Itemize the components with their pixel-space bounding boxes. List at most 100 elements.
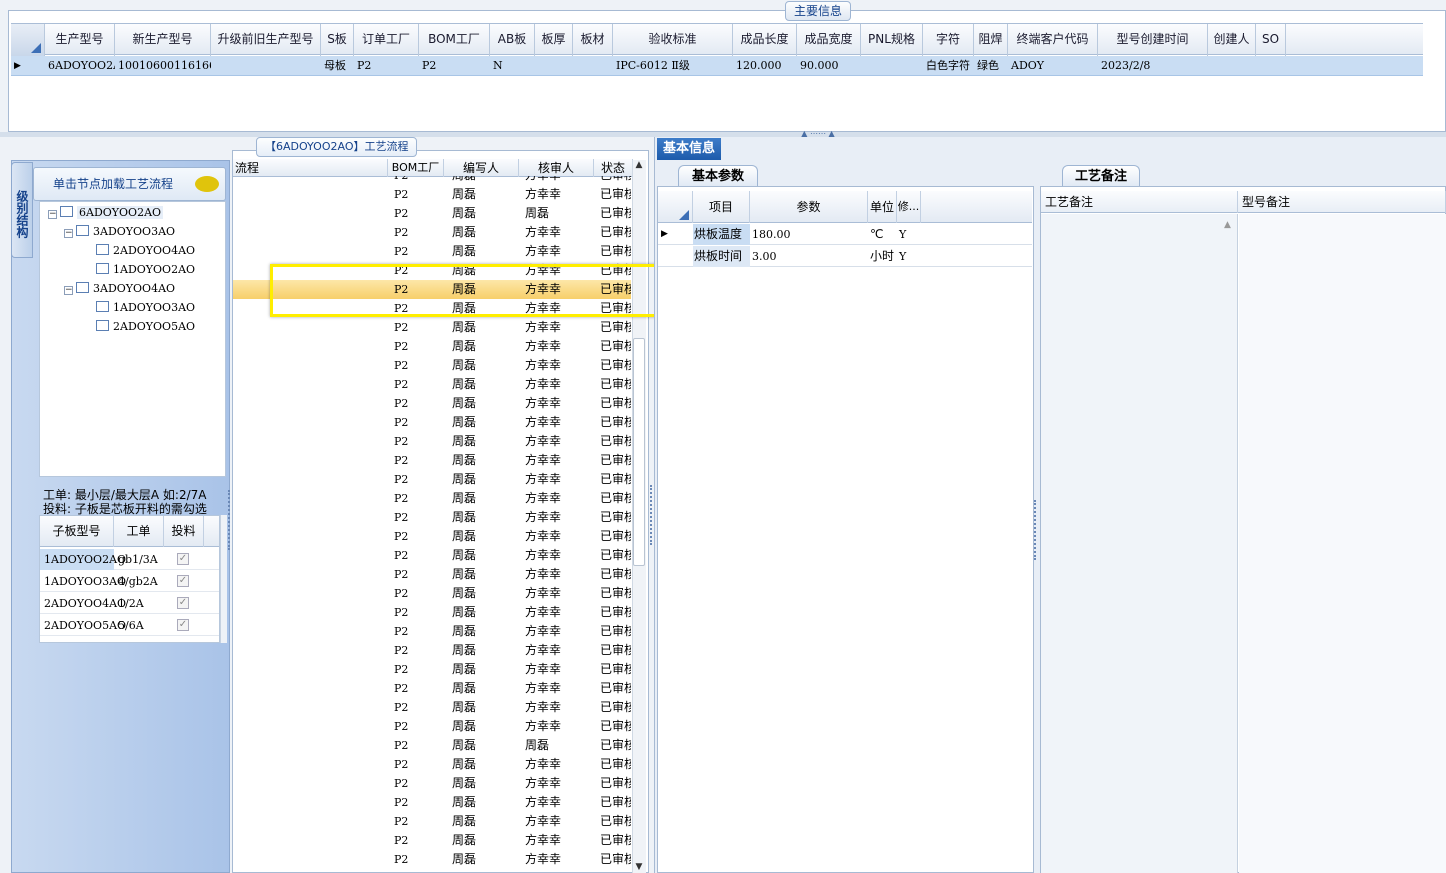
process-row[interactable]: 烘板2P2周磊方幸幸已审核: [233, 793, 631, 812]
tree-node[interactable]: −3ADOYOO4AO: [64, 279, 175, 298]
col-header[interactable]: 订单工厂: [354, 24, 419, 56]
col-header[interactable]: 编写人: [444, 159, 519, 177]
process-row[interactable]: 阻焊前处理P2周磊方幸幸已审核: [233, 546, 631, 565]
process-row[interactable]: −AOI1P2周磊方幸幸已审核: [233, 641, 631, 660]
checkbox[interactable]: ✓: [177, 575, 189, 587]
tree-node[interactable]: 2ADOYOO4AO: [96, 241, 195, 260]
process-row[interactable]: 树脂塞孔P2周磊方幸幸已审核: [233, 565, 631, 584]
sub-row[interactable]: 2ADOYOO5AO 5/6A ✓: [40, 615, 219, 636]
collapse-icon[interactable]: −: [64, 286, 73, 295]
cell-ab-board[interactable]: N: [490, 56, 535, 76]
collapse-icon[interactable]: −: [64, 229, 73, 238]
process-row[interactable]: 终固化P2周磊方幸幸已审核: [233, 584, 631, 603]
col-header[interactable]: 验收标准: [613, 24, 733, 56]
col-header[interactable]: 核审人: [519, 159, 594, 177]
tree-node[interactable]: −6ADOYOO2AO: [48, 203, 164, 222]
process-row[interactable]: 贴膜P2周磊方幸幸已审核: [233, 394, 631, 413]
process-row[interactable]: 退膜P2周磊方幸幸已审核: [233, 508, 631, 527]
process-row[interactable]: −图形电镀P2周磊方幸幸已审核: [233, 451, 631, 470]
tab-process-notes[interactable]: 工艺备注: [1062, 165, 1140, 187]
vertical-splitter-mid[interactable]: [650, 485, 654, 545]
process-row[interactable]: −钻孔P2周磊方幸幸已审核: [233, 185, 631, 204]
process-row[interactable]: 曝光P2周磊方幸幸已审核: [233, 413, 631, 432]
cell-created[interactable]: 2023/2/8: [1098, 56, 1208, 76]
cell-order-factory[interactable]: P2: [354, 56, 419, 76]
col-header[interactable]: 工单: [114, 516, 164, 547]
tree-node[interactable]: −3ADOYOO3AO: [64, 222, 175, 241]
structure-vertical-tab[interactable]: 级别结构: [11, 162, 33, 258]
cell-solder-mask[interactable]: 绿色: [974, 56, 1008, 76]
scroll-thumb[interactable]: [633, 338, 645, 566]
tree-node[interactable]: 2ADOYOO5AO: [96, 317, 195, 336]
cell-new-product-no[interactable]: 10010600116166: [115, 56, 211, 76]
col-header[interactable]: SO: [1256, 24, 1286, 56]
notes-textarea-process[interactable]: [1041, 214, 1238, 873]
process-row[interactable]: 钻孔1P2周磊周磊已审核: [233, 736, 631, 755]
col-header[interactable]: 修...: [897, 191, 921, 223]
process-row[interactable]: 去毛刺1P2周磊方幸幸已审核: [233, 242, 631, 261]
grid-corner[interactable]: [11, 24, 45, 56]
process-row[interactable]: 镀孔P2周磊方幸幸已审核: [233, 470, 631, 489]
process-row[interactable]: 退膜1P2周磊方幸幸已审核: [233, 176, 631, 185]
col-header[interactable]: PNL规格: [861, 24, 923, 56]
notes-textarea-model[interactable]: [1239, 214, 1446, 873]
sub-row[interactable]: 1ADOYOO2AO gb1/3A ✓: [40, 549, 219, 570]
cell-length[interactable]: 120.000: [733, 56, 797, 76]
vertical-splitter-right[interactable]: [1034, 500, 1038, 560]
process-row[interactable]: −电镀1P2周磊方幸幸已审核: [233, 850, 631, 869]
col-header[interactable]: 状态: [594, 159, 633, 177]
col-header[interactable]: 子板型号: [40, 516, 114, 547]
sub-row[interactable]: 1ADOYOO3AO 4/gb2A ✓: [40, 571, 219, 592]
col-header[interactable]: 参数: [750, 191, 868, 223]
cell-width[interactable]: 90.000: [797, 56, 861, 76]
process-row[interactable]: 板镀P2周磊方幸幸已审核: [233, 337, 631, 356]
process-row[interactable]: −钻孔1P2周磊方幸幸已审核: [233, 717, 631, 736]
process-row[interactable]: −外层蚀刻P2周磊方幸幸已审核: [233, 489, 631, 508]
notes-scroll-up-icon[interactable]: ▲: [1224, 220, 1231, 230]
col-header[interactable]: 阻焊: [974, 24, 1008, 56]
scroll-down-icon[interactable]: ▼: [633, 862, 645, 873]
process-row[interactable]: −外层干膜P2周磊方幸幸已审核: [233, 356, 631, 375]
cell-customer-code[interactable]: ADOY: [1008, 56, 1098, 76]
col-header[interactable]: 型号备注: [1238, 191, 1446, 213]
process-row[interactable]: 沉铜2P2周磊方幸幸已审核: [233, 831, 631, 850]
process-row[interactable]: −树脂塞孔P2周磊方幸幸已审核: [233, 527, 631, 546]
main-data-row[interactable]: ▶ 6ADOYOO2AO 10010600116166 母板 P2 P2 N I…: [11, 56, 1423, 76]
process-row[interactable]: X-Ray冲孔1P2周磊方幸幸已审核: [233, 698, 631, 717]
tree-node[interactable]: 1ADOYOO2AO: [96, 260, 195, 279]
process-row[interactable]: −陶瓷磨板P2周磊方幸幸已审核: [233, 603, 631, 622]
col-header[interactable]: 新生产型号: [115, 24, 211, 56]
process-row[interactable]: −层压1P2周磊方幸幸已审核: [233, 679, 631, 698]
cell-s-board[interactable]: 母板: [321, 56, 354, 76]
checkbox[interactable]: ✓: [177, 597, 189, 609]
tree-node[interactable]: 1ADOYOO3AO: [96, 298, 195, 317]
col-header[interactable]: BOM工厂: [388, 159, 444, 177]
col-header[interactable]: 投料: [164, 516, 204, 547]
process-row[interactable]: 陶瓷磨板P2周磊方幸幸已审核: [233, 622, 631, 641]
grid-corner[interactable]: [658, 191, 693, 223]
col-header[interactable]: 板材: [573, 24, 613, 56]
cell-bom-factory[interactable]: P2: [419, 56, 490, 76]
col-header[interactable]: 型号创建时间: [1098, 24, 1208, 56]
process-row[interactable]: 等离子处理2P2周磊方幸幸已审核: [233, 812, 631, 831]
col-header[interactable]: 成品长度: [733, 24, 797, 56]
vertical-splitter-left[interactable]: [228, 490, 232, 550]
process-row[interactable]: 外层前处理P2周磊方幸幸已审核: [233, 375, 631, 394]
col-header[interactable]: 项目: [693, 191, 750, 223]
col-header[interactable]: 升级前旧生产型号: [211, 24, 321, 56]
param-row[interactable]: 烘板时间 3.00 小时 Y: [658, 246, 1032, 267]
col-header[interactable]: 成品宽度: [797, 24, 861, 56]
process-row[interactable]: 显影P2周磊方幸幸已审核: [233, 432, 631, 451]
process-row[interactable]: 去毛刺2P2周磊方幸幸已审核: [233, 774, 631, 793]
col-header[interactable]: 流程: [233, 159, 388, 177]
col-header[interactable]: 创建人: [1208, 24, 1256, 56]
cell-product-no[interactable]: 6ADOYOO2AO: [45, 56, 115, 76]
process-row[interactable]: −沉铜2P2周磊方幸幸已审核: [233, 755, 631, 774]
col-header[interactable]: 单位: [868, 191, 897, 223]
cell-acceptance[interactable]: IPC-6012 Ⅱ级: [613, 56, 733, 76]
checkbox[interactable]: ✓: [177, 553, 189, 565]
col-header[interactable]: 字符: [923, 24, 974, 56]
param-row[interactable]: ▶ 烘板温度 180.00 ℃ Y: [658, 224, 1032, 245]
checkbox[interactable]: ✓: [177, 619, 189, 631]
sub-row[interactable]: 2ADOYOO4AO 1/2A ✓: [40, 593, 219, 614]
